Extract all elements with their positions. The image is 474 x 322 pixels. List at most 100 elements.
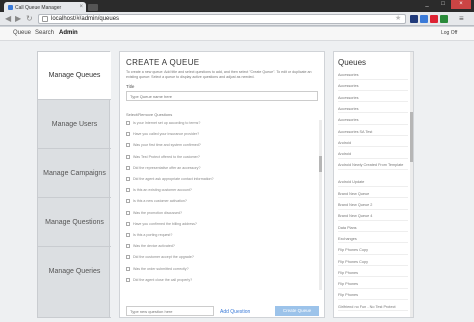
favicon-icon: [8, 5, 13, 10]
sidebar-item-manage-queries[interactable]: Manage Queries: [38, 248, 111, 318]
create-queue-button[interactable]: Create Queue: [275, 306, 319, 316]
sidebar-item-label: Manage Queues: [48, 72, 101, 79]
questions-list[interactable]: Is your Internet set up according to ter…: [126, 120, 322, 290]
sidebar-item-label: Manage Users: [51, 121, 98, 128]
queue-list-item[interactable]: Brand New Queue 2: [338, 203, 408, 210]
reload-icon[interactable]: ↻: [26, 14, 33, 24]
back-icon[interactable]: ◀: [5, 14, 11, 24]
nav-admin-link[interactable]: Admin: [59, 30, 78, 36]
question-checkbox[interactable]: [126, 143, 130, 148]
bookmark-star-icon[interactable]: ★: [395, 14, 401, 22]
queues-scroll-thumb[interactable]: [410, 112, 413, 162]
queue-list-item[interactable]: Flip Phones Copy: [338, 260, 408, 266]
question-text: Is your Internet set up according to ter…: [133, 121, 201, 125]
extension-icon[interactable]: [410, 15, 418, 23]
question-text: Was your first time and system confirmed…: [133, 143, 201, 148]
new-question-input[interactable]: [126, 306, 214, 316]
queue-list-item[interactable]: Flip Phones: [338, 282, 408, 289]
question-checkbox[interactable]: [126, 199, 130, 204]
instructions-text: To create a new queue: Add title and sel…: [126, 70, 312, 79]
question-text: Did the agent ask appropriate contact in…: [133, 177, 214, 181]
question-checkbox[interactable]: [126, 255, 130, 260]
browser-toolbar: ◀ ▶ ↻ localhost/#/admin/queues ★ ≡: [0, 12, 474, 26]
extension-icon[interactable]: [430, 15, 438, 23]
queue-list-item[interactable]: Girlfriend no Fun - No Test Protect: [338, 305, 408, 312]
question-text: Was the order submitted correctly?: [133, 266, 189, 271]
app-page: Queue Search Admin Log Off Manage Queues…: [0, 27, 474, 322]
admin-sidebar: Manage Queues Manage Users Manage Campai…: [37, 51, 111, 318]
queue-list-item[interactable]: Accessories: [338, 84, 408, 91]
sidebar-item-manage-campaigns[interactable]: Manage Campaigns: [38, 150, 111, 198]
question-checkbox[interactable]: [126, 121, 130, 125]
question-checkbox[interactable]: [126, 277, 130, 282]
queue-list-item[interactable]: Brand New Queue: [338, 192, 408, 199]
question-checkbox[interactable]: [126, 177, 130, 181]
sidebar-item-label: Manage Campaigns: [43, 170, 106, 177]
queue-title-input[interactable]: [126, 91, 318, 101]
question-text: Was the device activated?: [133, 244, 175, 249]
create-queue-panel: CREATE A QUEUE To create a new queue: Ad…: [119, 51, 325, 318]
app-nav: Queue Search Admin Log Off: [0, 27, 474, 41]
queue-list-item[interactable]: Flip Phones: [338, 271, 408, 278]
menu-icon[interactable]: ≡: [459, 14, 464, 23]
queue-list-item[interactable]: Accessories: [338, 96, 408, 103]
queue-list-item[interactable]: Accessories: [338, 73, 408, 80]
question-checkbox[interactable]: [126, 132, 130, 137]
question-checkbox[interactable]: [126, 221, 130, 226]
add-question-link[interactable]: Add Question: [220, 309, 250, 315]
tab-title: Call Queue Manager: [15, 5, 62, 11]
sidebar-item-manage-questions[interactable]: Manage Questions: [38, 199, 111, 247]
question-text: Was Test Protect offered to the customer…: [133, 154, 200, 159]
sidebar-item-manage-queues[interactable]: Manage Queues: [38, 52, 111, 100]
question-checkbox[interactable]: [126, 244, 130, 249]
question-text: Have you called your insurance provider?: [133, 132, 200, 137]
close-window-button[interactable]: ×: [451, 0, 471, 9]
extension-icon[interactable]: [420, 15, 428, 23]
question-checkbox[interactable]: [126, 165, 130, 170]
queue-list-item[interactable]: Flip Phones Copy: [338, 248, 408, 255]
queue-list-item[interactable]: Exchanges: [338, 237, 408, 244]
queue-list-item[interactable]: Android Newly Created From Template: [338, 163, 408, 170]
queue-list-item[interactable]: Android: [338, 141, 408, 148]
maximize-button[interactable]: □: [435, 0, 451, 9]
browser-window: Call Queue Manager × _ □ × ◀ ▶ ↻ localho…: [0, 0, 474, 322]
question-text: Have you confirmed the billing address?: [133, 221, 197, 226]
title-bar: Call Queue Manager × _ □ ×: [0, 0, 474, 13]
questions-scroll-thumb[interactable]: [319, 156, 322, 172]
nav-search-link[interactable]: Search: [35, 30, 54, 36]
page-icon: [42, 16, 48, 22]
queue-list-item[interactable]: Accessories: [338, 118, 408, 125]
question-text: Is this a new customer activation?: [133, 199, 187, 204]
new-tab-button[interactable]: [88, 4, 98, 11]
queue-list-item[interactable]: Accessories: [338, 107, 408, 114]
question-checkbox[interactable]: [126, 266, 130, 271]
question-checkbox[interactable]: [126, 188, 130, 193]
question-checkbox[interactable]: [126, 233, 130, 237]
questions-scrollbar[interactable]: [319, 120, 322, 290]
queues-panel: Queues Accessories Accessories Accessories…: [333, 51, 414, 318]
minimize-button[interactable]: _: [419, 0, 435, 9]
queue-list-item[interactable]: Data Plans: [338, 226, 408, 233]
queue-list-item[interactable]: Accessories SA Test: [338, 130, 408, 136]
question-text: Did the customer accept the upgrade?: [133, 255, 194, 260]
queue-list-item[interactable]: Android: [338, 152, 408, 159]
sidebar-item-label: Manage Queries: [48, 268, 101, 275]
queue-list-item[interactable]: Android Update: [338, 180, 408, 187]
queues-heading: Queues: [338, 58, 367, 67]
queue-list-item[interactable]: Flip Phones: [338, 293, 408, 300]
tab-close-icon[interactable]: ×: [79, 4, 83, 10]
question-checkbox[interactable]: [126, 210, 130, 215]
address-bar[interactable]: localhost/#/admin/queues: [38, 14, 406, 24]
sidebar-item-manage-users[interactable]: Manage Users: [38, 101, 111, 149]
question-checkbox[interactable]: [126, 154, 130, 159]
extension-icon[interactable]: [440, 15, 448, 23]
queues-scrollbar[interactable]: [410, 52, 413, 317]
sidebar-item-label: Manage Questions: [45, 219, 104, 226]
nav-queue-link[interactable]: Queue: [13, 30, 31, 36]
forward-icon[interactable]: ▶: [15, 14, 21, 24]
select-questions-label: Select/Remove Questions: [126, 112, 173, 117]
question-text: Was the promotion discussed?: [133, 210, 183, 215]
question-text: Is this an existing customer account?: [133, 188, 192, 193]
queue-list-item[interactable]: Brand New Queue 4: [338, 214, 408, 221]
logoff-link[interactable]: Log Off: [441, 30, 457, 36]
